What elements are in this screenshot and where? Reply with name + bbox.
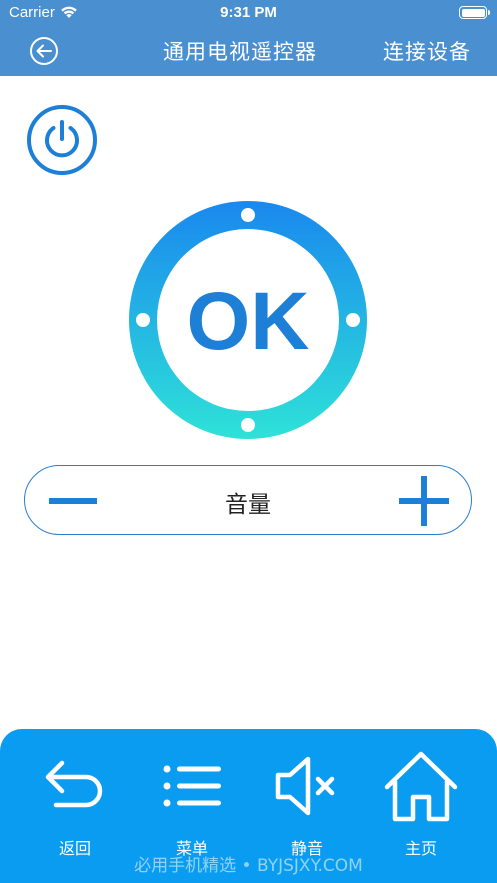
volume-down-button[interactable] <box>45 484 101 518</box>
ok-label: OK <box>187 276 310 367</box>
tab-label: 菜单 <box>175 839 208 858</box>
tab-back[interactable]: 返回 <box>20 729 130 883</box>
plus-icon <box>399 476 449 526</box>
battery-icon <box>459 6 490 19</box>
back-circle-icon[interactable] <box>29 36 59 66</box>
tab-label: 返回 <box>58 839 91 858</box>
dial-down-button[interactable] <box>241 418 255 432</box>
tab-label: 主页 <box>404 839 437 858</box>
power-icon <box>45 120 79 158</box>
menu-list-icon <box>163 765 221 807</box>
status-bar: Carrier 9:31 PM <box>0 0 497 26</box>
mute-speaker-icon <box>275 756 335 816</box>
bottom-nav: 返回 菜单 静音 主页 必用手机精选 • BYJSJXY.COM <box>0 729 497 883</box>
home-icon <box>384 751 458 822</box>
clock: 9:31 PM <box>220 4 277 21</box>
nav-bar: 通用电视遥控器 连接设备 <box>0 26 497 76</box>
volume-up-button[interactable] <box>397 474 451 528</box>
minus-icon <box>49 498 97 504</box>
back-arrow-icon <box>45 760 103 808</box>
dial-right-button[interactable] <box>346 313 360 327</box>
tab-mute[interactable]: 静音 <box>252 729 362 883</box>
power-button[interactable] <box>26 104 98 176</box>
tab-label: 静音 <box>290 839 323 858</box>
dial-up-button[interactable] <box>241 208 255 222</box>
dial-left-button[interactable] <box>136 313 150 327</box>
page-title: 通用电视遥控器 <box>163 40 317 64</box>
volume-control: 音量 <box>24 465 472 535</box>
tab-menu[interactable]: 菜单 <box>137 729 247 883</box>
connect-device-button[interactable]: 连接设备 <box>383 36 471 66</box>
tab-home[interactable]: 主页 <box>366 729 476 883</box>
direction-dial: OK <box>129 201 367 439</box>
